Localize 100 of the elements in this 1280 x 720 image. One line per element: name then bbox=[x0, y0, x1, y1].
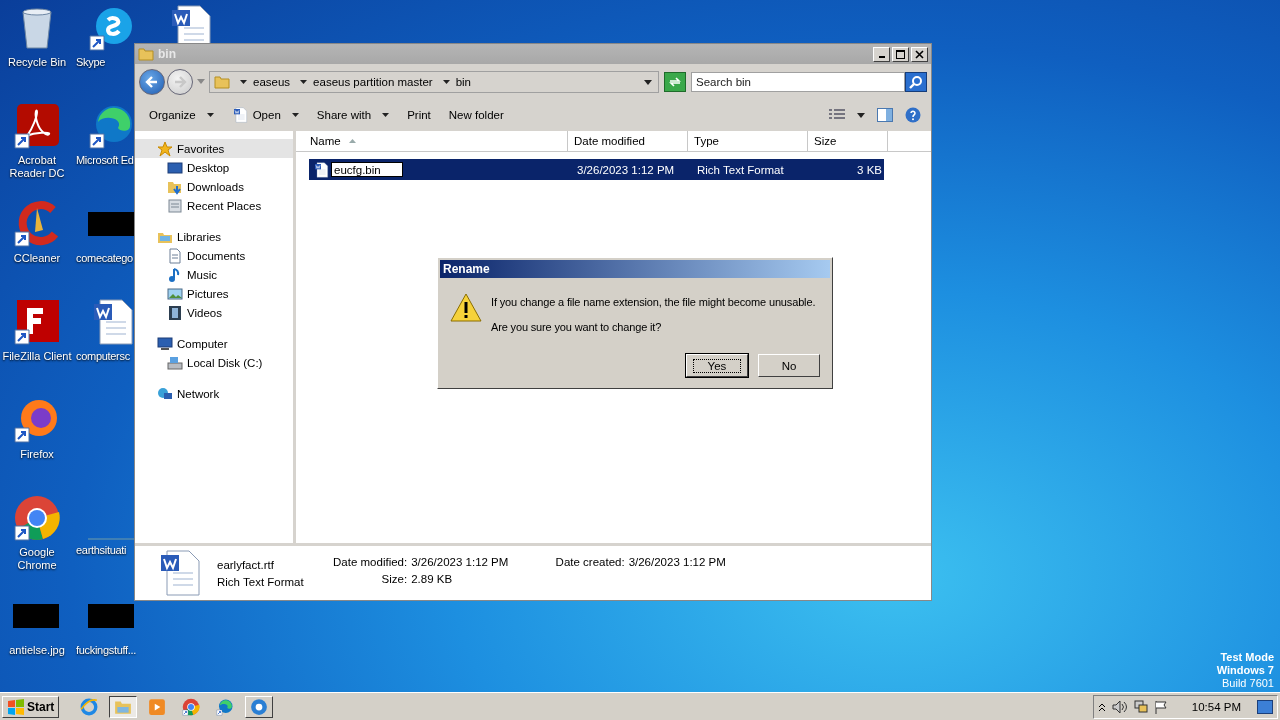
file-name: earlyfact.rtf bbox=[217, 558, 275, 571]
toolbar-button[interactable]: Print bbox=[399, 103, 439, 127]
desktop-icon-label[interactable]: Microsoft Ed bbox=[76, 154, 134, 167]
nav-item[interactable]: Libraries bbox=[135, 227, 293, 246]
desktop-icon-label[interactable]: computersc bbox=[76, 350, 130, 363]
search-field[interactable]: Search bin bbox=[691, 72, 905, 92]
document-icon bbox=[231, 107, 248, 123]
caret-icon[interactable] bbox=[240, 79, 247, 85]
search-button[interactable] bbox=[905, 72, 927, 92]
show-desktop-icon[interactable] bbox=[1257, 699, 1273, 714]
browser-icon bbox=[13, 494, 61, 542]
back-button[interactable] bbox=[139, 69, 165, 95]
dialog-message: If you change a file name extension, the file might become unusable. bbox=[491, 296, 816, 308]
preview-pane-icon bbox=[877, 108, 893, 122]
minimize-icon bbox=[878, 56, 885, 58]
desktop-icon-label[interactable]: FileZilla Client bbox=[2, 350, 72, 363]
caret-icon[interactable] bbox=[644, 79, 652, 85]
computer-icon bbox=[157, 335, 173, 352]
caret-icon bbox=[206, 113, 214, 117]
browser-icon bbox=[80, 697, 99, 716]
list-view-icon bbox=[829, 109, 845, 121]
detail-value: 3/26/2023 1:12 PM bbox=[411, 556, 510, 568]
breadcrumb[interactable]: easeus bbox=[253, 76, 291, 88]
network-status-icon[interactable] bbox=[1133, 699, 1148, 714]
table-cell-text: Rich Text Format bbox=[696, 163, 785, 176]
nav-item[interactable]: Local Disk (C:) bbox=[135, 353, 293, 372]
toolbar-button[interactable]: Open bbox=[223, 103, 307, 127]
caret-icon[interactable] bbox=[442, 79, 450, 85]
disk-drive-icon bbox=[167, 354, 183, 371]
forward-button[interactable] bbox=[167, 69, 193, 95]
column-header[interactable]: Type bbox=[688, 131, 808, 152]
detail-label: Date created: bbox=[554, 556, 625, 568]
column-header[interactable]: Size bbox=[808, 131, 888, 152]
desktop-icon-label[interactable]: antielse.jpg bbox=[9, 644, 65, 657]
document-icon bbox=[167, 247, 183, 264]
toolbar-button[interactable]: Share with bbox=[308, 103, 398, 127]
desktop-icon-label[interactable]: comecatego bbox=[76, 252, 133, 265]
folder-icon bbox=[138, 46, 154, 62]
nav-item[interactable]: Documents bbox=[135, 246, 293, 265]
cleaner-icon bbox=[13, 200, 61, 248]
nav-item[interactable]: Desktop bbox=[135, 158, 293, 177]
nav-item[interactable]: Computer bbox=[135, 334, 293, 353]
file-row[interactable]: eucfg.bin 3/26/2023 1:12 PM Rich Text Format 3 KB bbox=[309, 159, 884, 180]
nav-item[interactable]: Favorites bbox=[135, 139, 293, 158]
breadcrumb[interactable]: bin bbox=[455, 76, 471, 88]
dialog-title: Rename bbox=[443, 262, 490, 276]
star-icon bbox=[157, 140, 173, 157]
browser-icon bbox=[182, 697, 201, 716]
refresh-button[interactable] bbox=[664, 72, 686, 92]
os-watermark-text: Windows 7 bbox=[1216, 664, 1274, 677]
start-button[interactable]: Start bbox=[2, 695, 60, 718]
maximize-button[interactable] bbox=[892, 46, 909, 62]
taskbar-app-button[interactable] bbox=[109, 695, 138, 718]
minimize-button[interactable] bbox=[873, 46, 890, 62]
desktop-icon bbox=[167, 159, 183, 176]
detail-value: 2.89 KB bbox=[411, 573, 454, 585]
folder-icon bbox=[214, 74, 230, 90]
nav-item[interactable]: Network bbox=[135, 384, 293, 403]
caret-icon bbox=[857, 112, 865, 118]
column-header[interactable]: Date modified bbox=[568, 131, 688, 152]
desktop-icon-label[interactable]: Acrobat Reader DC bbox=[1, 154, 73, 180]
table-cell-text: 3/26/2023 1:12 PM bbox=[576, 163, 676, 176]
caret-icon[interactable] bbox=[300, 79, 308, 85]
breadcrumb[interactable]: easeus partition master bbox=[313, 76, 433, 88]
show-hidden-icons-icon[interactable] bbox=[1097, 701, 1106, 712]
search-icon bbox=[909, 75, 923, 89]
flag-icon[interactable] bbox=[1153, 699, 1168, 714]
toolbar-button[interactable]: New folder bbox=[440, 103, 512, 127]
nav-item[interactable]: Music bbox=[135, 265, 293, 284]
close-button[interactable] bbox=[911, 46, 928, 62]
toolbar-button[interactable]: Organize bbox=[141, 103, 222, 127]
app-icon bbox=[250, 697, 269, 716]
detail-label: Date modified: bbox=[332, 556, 408, 568]
nav-item[interactable]: Downloads bbox=[135, 177, 293, 196]
dialog-button[interactable]: Yes bbox=[686, 354, 748, 377]
desktop-icon-label[interactable]: Google Chrome bbox=[1, 546, 73, 572]
column-header[interactable]: Name bbox=[296, 131, 568, 152]
nav-item[interactable]: Pictures bbox=[135, 284, 293, 303]
dialog-button[interactable]: No bbox=[758, 354, 820, 377]
close-icon bbox=[915, 49, 924, 59]
desktop-icon-label[interactable]: Firefox bbox=[20, 448, 54, 461]
desktop-icon-label[interactable]: earthsituati bbox=[76, 544, 127, 557]
os-watermark-text: Test Mode bbox=[1220, 651, 1274, 664]
back-arrow-icon bbox=[145, 75, 159, 89]
nav-item[interactable]: Recent Places bbox=[135, 196, 293, 215]
rename-field[interactable]: eucfg.bin bbox=[331, 162, 403, 177]
nav-item[interactable]: Videos bbox=[135, 303, 293, 322]
shortcut-line bbox=[88, 538, 134, 540]
refresh-icon bbox=[668, 76, 682, 88]
speaker-icon[interactable] bbox=[1111, 699, 1128, 714]
windows-logo-icon bbox=[7, 698, 25, 715]
desktop-icon-label[interactable]: fuckingstuff... bbox=[76, 644, 137, 657]
detail-label: Size: bbox=[380, 573, 408, 585]
warning-icon bbox=[450, 292, 482, 324]
desktop-icon-label[interactable]: CCleaner bbox=[13, 252, 61, 265]
desktop-icon-label[interactable]: Skype bbox=[76, 56, 106, 69]
clock[interactable]: 10:54 PM bbox=[1191, 700, 1241, 713]
address-bar[interactable]: easeus easeus partition master bin bbox=[209, 71, 659, 93]
caret-icon bbox=[382, 113, 390, 117]
desktop-icon-label[interactable]: Recycle Bin bbox=[7, 56, 67, 69]
